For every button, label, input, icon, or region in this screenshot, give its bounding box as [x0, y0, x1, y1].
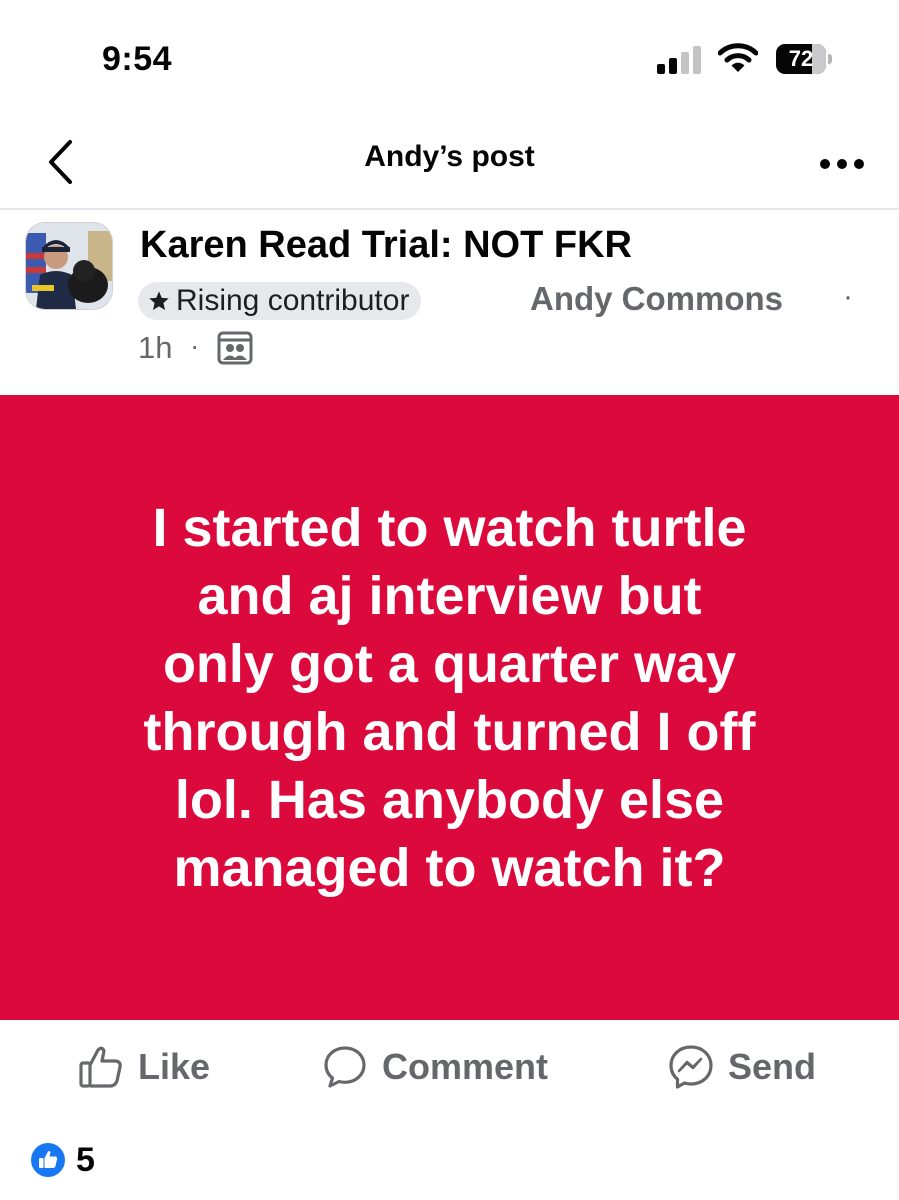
messenger-icon — [669, 1045, 713, 1089]
reaction-summary[interactable]: 5 — [30, 1137, 95, 1183]
author-name[interactable]: Andy Commons — [530, 280, 783, 318]
post-text: I started to watch turtle and aj intervi… — [143, 497, 756, 898]
send-button[interactable]: Send — [668, 1042, 816, 1092]
post-action-bar: Like Comment Send — [0, 1020, 899, 1115]
group-name[interactable]: Karen Read Trial: NOT FKR — [140, 224, 632, 267]
separator-dot: · — [190, 330, 200, 361]
chevron-left-icon — [49, 140, 72, 184]
more-options-button[interactable] — [810, 136, 874, 192]
badge-label: Rising contributor — [176, 284, 410, 317]
contributor-badge: Rising contributor — [138, 282, 422, 320]
thumbs-up-icon — [79, 1046, 122, 1088]
post-content: I started to watch turtle and aj intervi… — [0, 395, 899, 1020]
battery-level: 72 — [788, 46, 814, 71]
star-icon — [149, 291, 169, 310]
signal-icon — [657, 46, 701, 74]
comment-button[interactable]: Comment — [322, 1042, 548, 1092]
wifi-icon — [718, 43, 758, 72]
battery-icon: 72 — [776, 44, 832, 74]
reaction-count: 5 — [76, 1140, 95, 1179]
status-bar: 9:54 72 — [0, 0, 899, 120]
status-time: 9:54 — [102, 40, 173, 78]
group-members-icon — [217, 331, 253, 365]
comment-label: Comment — [382, 1046, 549, 1087]
avatar-photo — [26, 223, 112, 309]
more-dots-icon — [820, 159, 864, 169]
nav-header: Andy’s post — [0, 120, 899, 210]
back-button[interactable] — [30, 132, 90, 192]
group-avatar[interactable] — [25, 222, 113, 310]
like-label: Like — [138, 1046, 211, 1087]
send-label: Send — [728, 1046, 817, 1087]
like-button[interactable]: Like — [78, 1042, 210, 1092]
post-timestamp[interactable]: 1h — [138, 330, 172, 366]
page-title: Andy’s post — [364, 140, 535, 173]
separator-dot: · — [843, 280, 853, 313]
comment-bubble-icon — [324, 1046, 366, 1088]
post-header: Karen Read Trial: NOT FKR Rising contrib… — [0, 210, 899, 395]
like-reaction-icon — [31, 1143, 65, 1177]
